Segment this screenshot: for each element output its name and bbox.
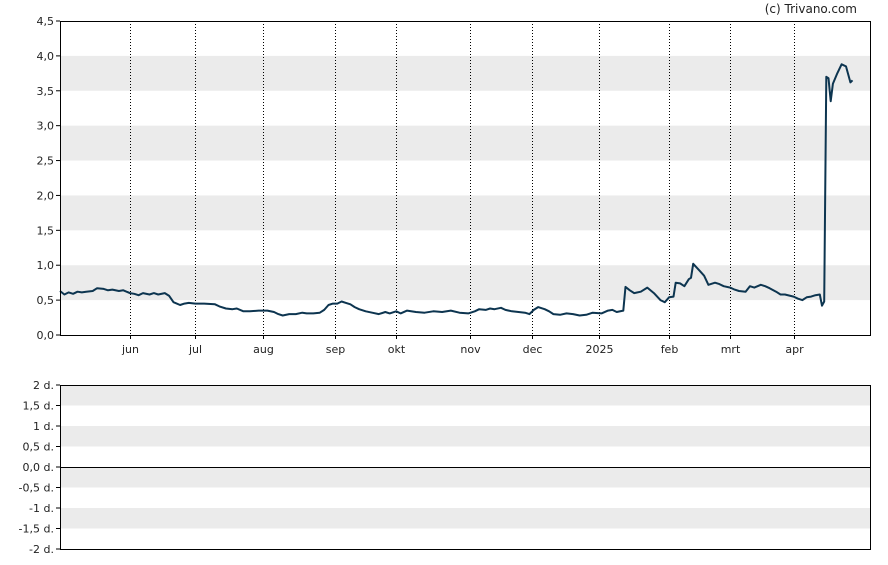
price-x-tick-label: okt: [388, 343, 406, 356]
lower-y-tick-label: 0,5 d.: [23, 441, 54, 454]
price-grid-band: [60, 55, 870, 91]
price-y-tick-label: 2,0: [37, 189, 55, 202]
price-x-tick-label: aug: [253, 343, 274, 356]
lower-y-tick-label: 1,5 d.: [23, 400, 54, 413]
price-x-tick-label: sep: [326, 343, 345, 356]
price-x-tick-label: nov: [460, 343, 481, 356]
price-y-tick-label: 0,0: [37, 329, 55, 342]
price-x-tick-label: 2025: [586, 343, 614, 356]
lower-y-tick-label: -2 d.: [29, 543, 54, 556]
price-y-tick-label: 1,0: [37, 259, 55, 272]
price-grid-band: [60, 125, 870, 161]
lower-y-tick-label: -1,5 d.: [19, 523, 54, 536]
price-x-tick-label: feb: [661, 343, 679, 356]
copyright-label: (c) Trivano.com: [765, 2, 857, 16]
lower-grid-band: [60, 467, 870, 488]
lower-y-tick-label: 0,0 d.: [23, 461, 54, 474]
price-grid-band: [60, 265, 870, 301]
price-y-tick-label: 3,0: [37, 120, 55, 133]
lower-grid-band: [60, 508, 870, 529]
price-x-tick-label: dec: [523, 343, 543, 356]
price-chart-svg: jun jul aug sep okt nov dec 2025 feb mrt apr 0,0 0,5…: [19, 2, 871, 556]
price-y-tick-label: 0,5: [37, 294, 55, 307]
price-y-tick-label: 2,5: [37, 155, 55, 168]
price-y-tick-label: 3,5: [37, 85, 55, 98]
price-grid-band: [60, 195, 870, 231]
price-y-tick-label: 4,0: [37, 50, 55, 63]
lower-y-tick-label: -0,5 d.: [19, 482, 54, 495]
price-y-tick-label: 4,5: [37, 15, 55, 28]
price-x-tick-label: apr: [785, 343, 804, 356]
price-y-tick-label: 1,5: [37, 224, 55, 237]
price-x-tick-label: jun: [121, 343, 139, 356]
price-x-tick-label: mrt: [721, 343, 741, 356]
price-x-tick-label: jul: [188, 343, 202, 356]
lower-grid-band: [60, 426, 870, 447]
lower-y-tick-label: -1 d.: [29, 502, 54, 515]
lower-grid-band: [60, 385, 870, 406]
lower-y-tick-label: 1 d.: [33, 420, 54, 433]
chart-root: jun jul aug sep okt nov dec 2025 feb mrt apr 0,0 0,5…: [0, 0, 888, 565]
lower-y-tick-label: 2 d.: [33, 379, 54, 392]
